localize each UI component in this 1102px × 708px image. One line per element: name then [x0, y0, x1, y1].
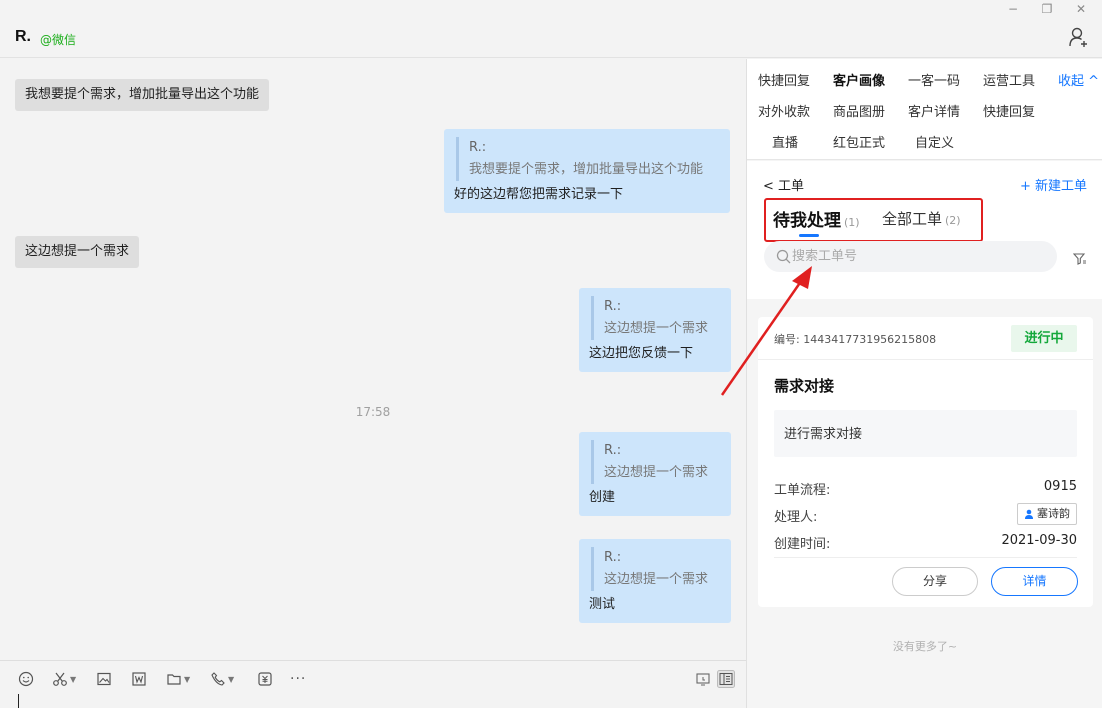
message-outgoing[interactable]: R.: 这边想提一个需求 创建: [579, 432, 731, 516]
ticket-flow-row: 工单流程: 0915: [774, 479, 1077, 498]
ticket-search: [764, 241, 1057, 272]
message-incoming[interactable]: 这边想提一个需求: [15, 236, 140, 268]
tab-pending-mine[interactable]: 待我处理 (1): [773, 206, 860, 231]
status-badge: 进行中: [1011, 325, 1077, 352]
message-outgoing[interactable]: R.: 这边想提一个需求 这边把您反馈一下: [579, 288, 731, 372]
quoted-message: R.: 这边想提一个需求: [591, 296, 721, 340]
tool-one-customer-one-code[interactable]: 一客一码: [908, 70, 960, 89]
message-incoming[interactable]: 我想要提个需求，增加批量导出这个功能: [15, 79, 270, 111]
image-icon[interactable]: [96, 670, 112, 688]
message-timestamp: 17:58: [355, 405, 391, 419]
user-icon: [1025, 509, 1033, 519]
ticket-created-value: 2021-09-30: [1001, 533, 1077, 548]
minimize-button[interactable]: −: [1006, 2, 1020, 18]
ticket-id: 编号: 1443417731956215808: [774, 333, 937, 346]
ticket-handler-row: 处理人: 塞诗韵: [774, 503, 1077, 525]
tool-external-payment[interactable]: 对外收款: [758, 101, 810, 120]
ticket-search-input[interactable]: [792, 241, 1042, 272]
scissors-icon[interactable]: ▼: [52, 670, 76, 688]
more-icon[interactable]: ···: [290, 670, 306, 688]
ticket-created-row: 创建时间: 2021-09-30: [774, 533, 1077, 552]
ticket-card[interactable]: 编号: 1443417731956215808 进行中 需求对接 进行需求对接 …: [758, 317, 1093, 607]
emoji-icon[interactable]: [18, 670, 34, 688]
contact-name: R.: [15, 28, 31, 45]
share-button[interactable]: 分享: [892, 567, 978, 596]
message-outgoing[interactable]: R.: 我想要提个需求，增加批量导出这个功能 好的这边帮您把需求记录一下: [444, 129, 730, 213]
contact-source-tag: @微信: [40, 33, 77, 47]
tool-grid: 快捷回复 客户画像 一客一码 运营工具 收起 ^ 对外收款 商品图册 客户详情 …: [747, 59, 1102, 160]
quoted-message: R.: 我想要提个需求，增加批量导出这个功能: [456, 137, 720, 181]
tool-quick-reply[interactable]: 快捷回复: [758, 70, 810, 89]
message-text: 创建: [589, 490, 616, 505]
message-text: 测试: [589, 597, 616, 612]
tool-quick-reply-2[interactable]: 快捷回复: [983, 101, 1035, 120]
phone-icon[interactable]: ▼: [210, 670, 234, 688]
no-more-hint: 没有更多了~: [892, 640, 958, 653]
payment-icon[interactable]: [257, 670, 273, 688]
new-ticket-button[interactable]: + 新建工单: [1020, 175, 1087, 194]
tab-count: (2): [945, 214, 961, 227]
ticket-title: 需求对接: [774, 377, 835, 395]
text-cursor: [18, 694, 19, 708]
tool-product-album[interactable]: 商品图册: [833, 101, 885, 120]
chat-message-area[interactable]: 我想要提个需求，增加批量导出这个功能 R.: 我想要提个需求，增加批量导出这个功…: [0, 59, 746, 660]
window-controls: − ❐ ✕: [1006, 0, 1102, 18]
active-tab-indicator: [799, 234, 819, 237]
sidebar-toggle-icon[interactable]: [717, 670, 735, 688]
tool-custom[interactable]: 自定义: [915, 132, 954, 151]
tab-all-tickets[interactable]: 全部工单 (2): [882, 208, 961, 229]
tab-count: (1): [844, 216, 860, 229]
customer-side-panel: 快捷回复 客户画像 一客一码 运营工具 收起 ^ 对外收款 商品图册 客户详情 …: [746, 59, 1102, 708]
handler-chip[interactable]: 塞诗韵: [1017, 503, 1077, 525]
filter-icon[interactable]: [1073, 252, 1087, 266]
divider: [774, 557, 1077, 558]
ticket-flow-value: 0915: [1043, 479, 1077, 494]
chat-header: R. @微信: [0, 18, 1102, 58]
message-text: 这边把您反馈一下: [589, 346, 694, 361]
tool-live[interactable]: 直播: [772, 132, 798, 151]
detail-button[interactable]: 详情: [991, 567, 1078, 596]
restore-button[interactable]: ❐: [1040, 2, 1054, 18]
word-icon[interactable]: [131, 670, 147, 688]
folder-icon[interactable]: ▼: [166, 670, 190, 688]
ticket-header: < 工单 + 新建工单 待我处理 (1) 全部工单 (2): [747, 161, 1102, 299]
message-text: 这边想提一个需求: [25, 244, 130, 259]
ticket-description: 进行需求对接: [774, 410, 1077, 457]
divider: [758, 359, 1093, 360]
tool-customer-details[interactable]: 客户详情: [908, 101, 960, 120]
tool-customer-profile[interactable]: 客户画像: [833, 70, 885, 89]
tool-operation-tools[interactable]: 运营工具: [983, 70, 1035, 89]
message-text: 我想要提个需求，增加批量导出这个功能: [25, 87, 260, 102]
search-icon: [776, 249, 791, 264]
add-user-icon[interactable]: [1068, 26, 1090, 48]
quoted-message: R.: 这边想提一个需求: [591, 547, 721, 591]
message-text: 好的这边帮您把需求记录一下: [454, 187, 624, 202]
quoted-message: R.: 这边想提一个需求: [591, 440, 721, 484]
collapse-toggle[interactable]: 收起 ^: [1058, 70, 1099, 89]
message-outgoing[interactable]: R.: 这边想提一个需求 测试: [579, 539, 731, 623]
screenshot-history-icon[interactable]: [695, 670, 711, 688]
close-button[interactable]: ✕: [1074, 2, 1088, 18]
message-input-area[interactable]: ▼ ▼ ▼ ···: [0, 660, 746, 708]
tool-red-packet[interactable]: 红包正式: [833, 132, 885, 151]
back-button[interactable]: < 工单: [763, 175, 804, 194]
